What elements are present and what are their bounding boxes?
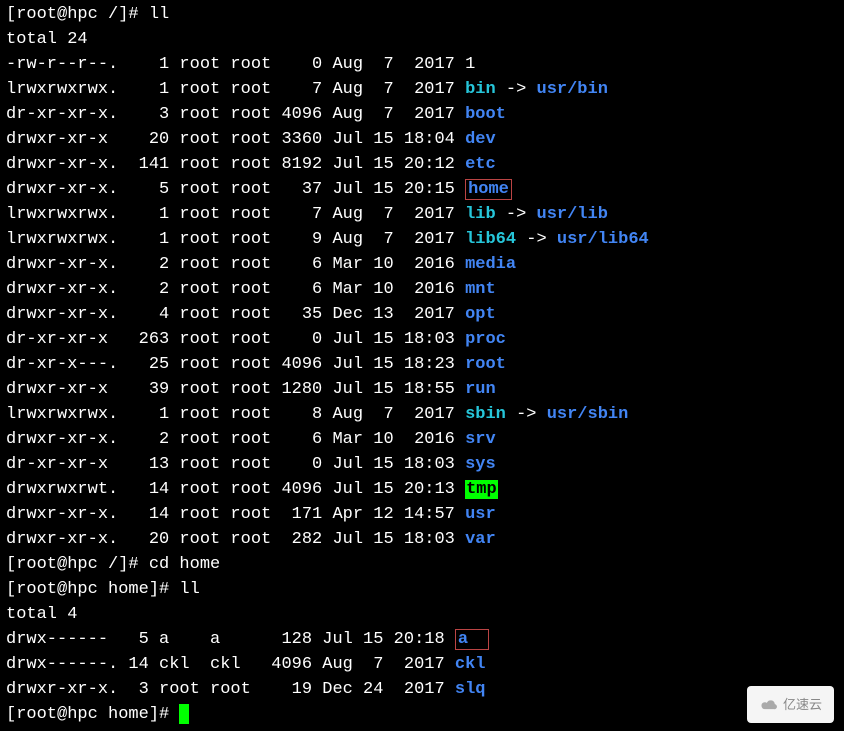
file-row: drwxr-xr-x. 5 root root 37 Jul 15 20:15 … <box>6 177 838 202</box>
dir-name: boot <box>465 105 506 124</box>
cloud-icon <box>759 698 779 712</box>
file-row: drwxr-xr-x. 20 root root 282 Jul 15 18:0… <box>6 527 838 552</box>
symlink-name: lib <box>465 205 496 224</box>
highlighted-entry: a <box>455 629 489 650</box>
file-name: 1 <box>465 55 475 74</box>
prompt-line: [root@hpc /]# cd home <box>6 552 838 577</box>
file-row: dr-xr-xr-x 13 root root 0 Jul 15 18:03 s… <box>6 452 838 477</box>
file-row: drwxrwxrwt. 14 root root 4096 Jul 15 20:… <box>6 477 838 502</box>
file-row: drwxr-xr-x. 141 root root 8192 Jul 15 20… <box>6 152 838 177</box>
dir-name: ckl <box>455 655 486 674</box>
prompt-line[interactable]: [root@hpc home]# <box>6 702 838 727</box>
dir-name: sys <box>465 455 496 474</box>
dir-name: etc <box>465 155 496 174</box>
file-listing: -rw-r--r--. 1 root root 0 Aug 7 2017 1lr… <box>6 52 838 552</box>
dir-name: slq <box>455 680 486 699</box>
file-row: drwxr-xr-x. 2 root root 6 Mar 10 2016 me… <box>6 252 838 277</box>
file-row: drwxr-xr-x. 2 root root 6 Mar 10 2016 sr… <box>6 427 838 452</box>
dir-name: run <box>465 380 496 399</box>
symlink-name: sbin <box>465 405 506 424</box>
file-row: lrwxrwxrwx. 1 root root 8 Aug 7 2017 sbi… <box>6 402 838 427</box>
dir-name: usr <box>465 505 496 524</box>
file-row: dr-xr-xr-x 263 root root 0 Jul 15 18:03 … <box>6 327 838 352</box>
file-row: dr-xr-x---. 25 root root 4096 Jul 15 18:… <box>6 352 838 377</box>
file-row: drwxr-xr-x. 14 root root 171 Apr 12 14:5… <box>6 502 838 527</box>
file-row: drwx------. 14 ckl ckl 4096 Aug 7 2017 c… <box>6 652 838 677</box>
symlink-target: usr/lib <box>537 205 608 224</box>
total-line: total 4 <box>6 602 838 627</box>
file-row: drwxr-xr-x 39 root root 1280 Jul 15 18:5… <box>6 377 838 402</box>
dir-name: root <box>465 355 506 374</box>
file-row: dr-xr-xr-x. 3 root root 4096 Aug 7 2017 … <box>6 102 838 127</box>
symlink-target: usr/bin <box>537 80 608 99</box>
symlink-name: lib64 <box>465 230 516 249</box>
file-row: drwx------ 5 a a 128 Jul 15 20:18 a <box>6 627 838 652</box>
watermark-text: 亿速云 <box>783 692 822 717</box>
dir-name: opt <box>465 305 496 324</box>
file-row: lrwxrwxrwx. 1 root root 9 Aug 7 2017 lib… <box>6 227 838 252</box>
symlink-target: usr/sbin <box>547 405 629 424</box>
file-row: drwxr-xr-x. 3 root root 19 Dec 24 2017 s… <box>6 677 838 702</box>
prompt-line: [root@hpc /]# ll <box>6 2 838 27</box>
file-listing: drwx------ 5 a a 128 Jul 15 20:18 adrwx-… <box>6 627 838 702</box>
file-row: -rw-r--r--. 1 root root 0 Aug 7 2017 1 <box>6 52 838 77</box>
symlink-target: usr/lib64 <box>557 230 649 249</box>
file-row: drwxr-xr-x. 4 root root 35 Dec 13 2017 o… <box>6 302 838 327</box>
highlighted-entry: home <box>465 179 512 200</box>
total-line: total 24 <box>6 27 838 52</box>
dir-name: dev <box>465 130 496 149</box>
file-row: drwxr-xr-x 20 root root 3360 Jul 15 18:0… <box>6 127 838 152</box>
dir-name: mnt <box>465 280 496 299</box>
file-row: lrwxrwxrwx. 1 root root 7 Aug 7 2017 lib… <box>6 202 838 227</box>
dir-name: var <box>465 530 496 549</box>
dir-name: proc <box>465 330 506 349</box>
sticky-dir-name: tmp <box>465 480 498 499</box>
file-row: drwxr-xr-x. 2 root root 6 Mar 10 2016 mn… <box>6 277 838 302</box>
dir-name: srv <box>465 430 496 449</box>
cursor-icon <box>179 704 189 724</box>
file-row: lrwxrwxrwx. 1 root root 7 Aug 7 2017 bin… <box>6 77 838 102</box>
prompt-line: [root@hpc home]# ll <box>6 577 838 602</box>
symlink-name: bin <box>465 80 496 99</box>
dir-name: media <box>465 255 516 274</box>
watermark-badge: 亿速云 <box>747 686 834 723</box>
